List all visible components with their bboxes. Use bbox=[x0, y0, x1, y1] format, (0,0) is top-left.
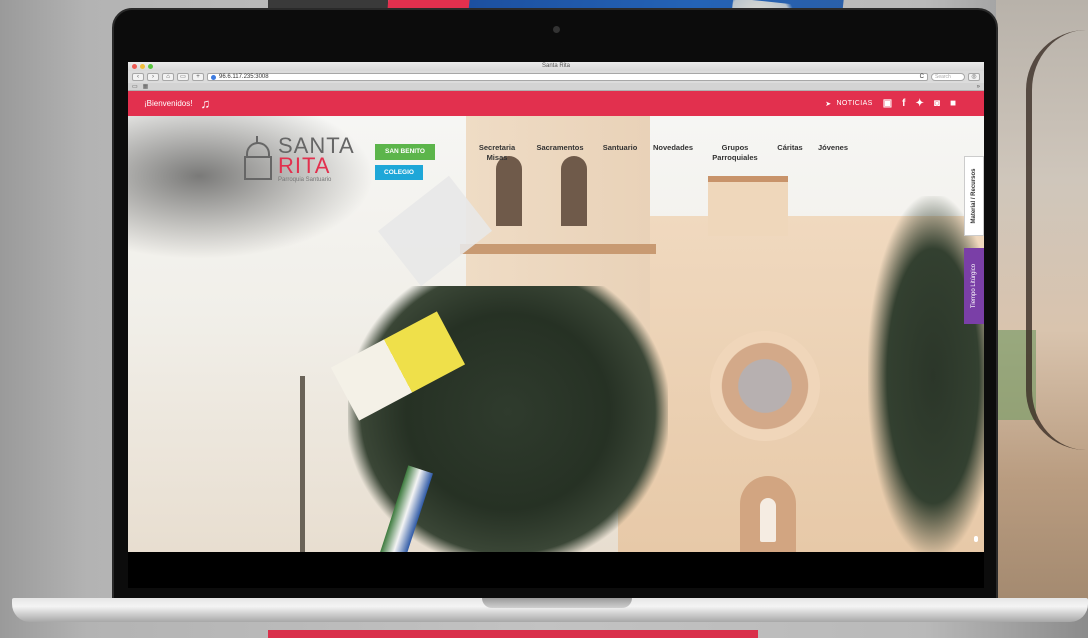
calendar-icon[interactable]: ▣ bbox=[883, 98, 892, 109]
nav-sacramentos[interactable]: Sacramentos bbox=[526, 143, 594, 163]
webcam bbox=[553, 26, 560, 33]
grid-icon[interactable]: ▦ bbox=[143, 83, 149, 90]
address-bar[interactable]: 96.6.117.235:3008 C bbox=[207, 73, 928, 81]
window-title: Santa Rita bbox=[541, 63, 571, 69]
scroll-indicator[interactable] bbox=[974, 536, 978, 542]
tiempo-liturgico-label: Tiempo Litúrgico bbox=[971, 263, 977, 309]
logo-tagline: Parroquia Santuario bbox=[278, 177, 332, 183]
browser-toolbar: ‹ › ⌂ ▭ + 96.6.117.235:3008 C Search ◎ bbox=[128, 71, 984, 83]
reload-button[interactable]: C bbox=[920, 74, 924, 80]
nav-grupos-parroquiales[interactable]: Grupos Parroquiales bbox=[700, 143, 770, 163]
material-recursos-tab[interactable]: Material / Recursos bbox=[964, 156, 984, 236]
church-gable bbox=[708, 176, 788, 236]
tower-arch bbox=[561, 156, 587, 226]
rose-window bbox=[710, 331, 820, 441]
background-red-strip bbox=[268, 630, 758, 638]
forward-button[interactable]: › bbox=[147, 73, 159, 81]
logo-dome bbox=[246, 142, 270, 156]
colegio-button[interactable]: COLEGIO bbox=[375, 165, 423, 180]
church-logo-icon bbox=[244, 136, 272, 182]
twitter-icon[interactable]: ✦ bbox=[916, 98, 924, 109]
screen-bezel-bottom bbox=[128, 552, 984, 588]
tower-cornice bbox=[460, 244, 656, 254]
instagram-icon[interactable]: ◙ bbox=[934, 98, 940, 109]
music-note-icon[interactable]: ♫ bbox=[200, 96, 210, 111]
address-text: 96.6.117.235:3008 bbox=[219, 74, 269, 80]
tiempo-liturgico-tab[interactable]: Tiempo Litúrgico bbox=[964, 248, 984, 324]
laptop-notch bbox=[482, 598, 632, 608]
noticias-link[interactable]: ➤ NOTICIAS bbox=[825, 100, 873, 108]
browser-titlebar: Santa Rita bbox=[128, 62, 984, 71]
back-button[interactable]: ‹ bbox=[132, 73, 144, 81]
statue bbox=[760, 498, 776, 542]
bookmarks-bar: ▭ ▦ » bbox=[128, 83, 984, 91]
video-icon[interactable]: ■ bbox=[950, 98, 956, 109]
logo-body bbox=[244, 156, 272, 180]
noticias-label: NOTICIAS bbox=[836, 100, 873, 107]
san-benito-button[interactable]: SAN BENITO bbox=[375, 144, 435, 160]
globe-icon bbox=[211, 74, 216, 80]
nav-novedades[interactable]: Novedades bbox=[646, 143, 700, 163]
bookmarks-more-button[interactable]: » bbox=[977, 84, 980, 90]
share-icon[interactable]: ▭ bbox=[177, 73, 189, 81]
nav-caritas[interactable]: Cáritas bbox=[770, 143, 810, 163]
background-hair bbox=[1026, 30, 1088, 450]
add-bookmark-button[interactable]: + bbox=[192, 73, 204, 81]
utility-pole bbox=[300, 376, 305, 552]
background-person-photo bbox=[996, 0, 1088, 600]
home-icon[interactable]: ⌂ bbox=[162, 73, 174, 81]
material-recursos-label: Material / Recursos bbox=[971, 168, 977, 224]
nav-jovenes[interactable]: Jóvenes bbox=[810, 143, 856, 163]
tower-arch bbox=[496, 156, 522, 226]
settings-icon[interactable]: ◎ bbox=[968, 73, 980, 81]
top-bar: ¡Bienvenidos! ♫ ➤ NOTICIAS ▣ f ✦ ◙ ■ bbox=[128, 91, 984, 116]
laptop-screen: Santa Rita ‹ › ⌂ ▭ + 96.6.117.235:3008 C… bbox=[128, 62, 984, 552]
top-bar-links: ➤ NOTICIAS ▣ f ✦ ◙ ■ bbox=[825, 98, 956, 109]
nav-secretaria-misas[interactable]: Secretaria Misas bbox=[468, 143, 526, 163]
main-nav: Secretaria Misas Sacramentos Santuario N… bbox=[468, 143, 856, 163]
logo-line2: RITA bbox=[278, 153, 331, 178]
statue-niche bbox=[740, 476, 796, 552]
welcome-text: ¡Bienvenidos! bbox=[144, 99, 193, 108]
site-logo[interactable]: SANTA RITA Parroquia Santuario bbox=[244, 135, 355, 184]
logo-text: SANTA RITA Parroquia Santuario bbox=[278, 135, 355, 184]
megaphone-icon: ➤ bbox=[825, 100, 832, 108]
book-icon[interactable]: ▭ bbox=[132, 83, 138, 90]
facebook-icon[interactable]: f bbox=[902, 98, 905, 109]
nav-santuario[interactable]: Santuario bbox=[594, 143, 646, 163]
search-input[interactable]: Search bbox=[931, 73, 965, 81]
